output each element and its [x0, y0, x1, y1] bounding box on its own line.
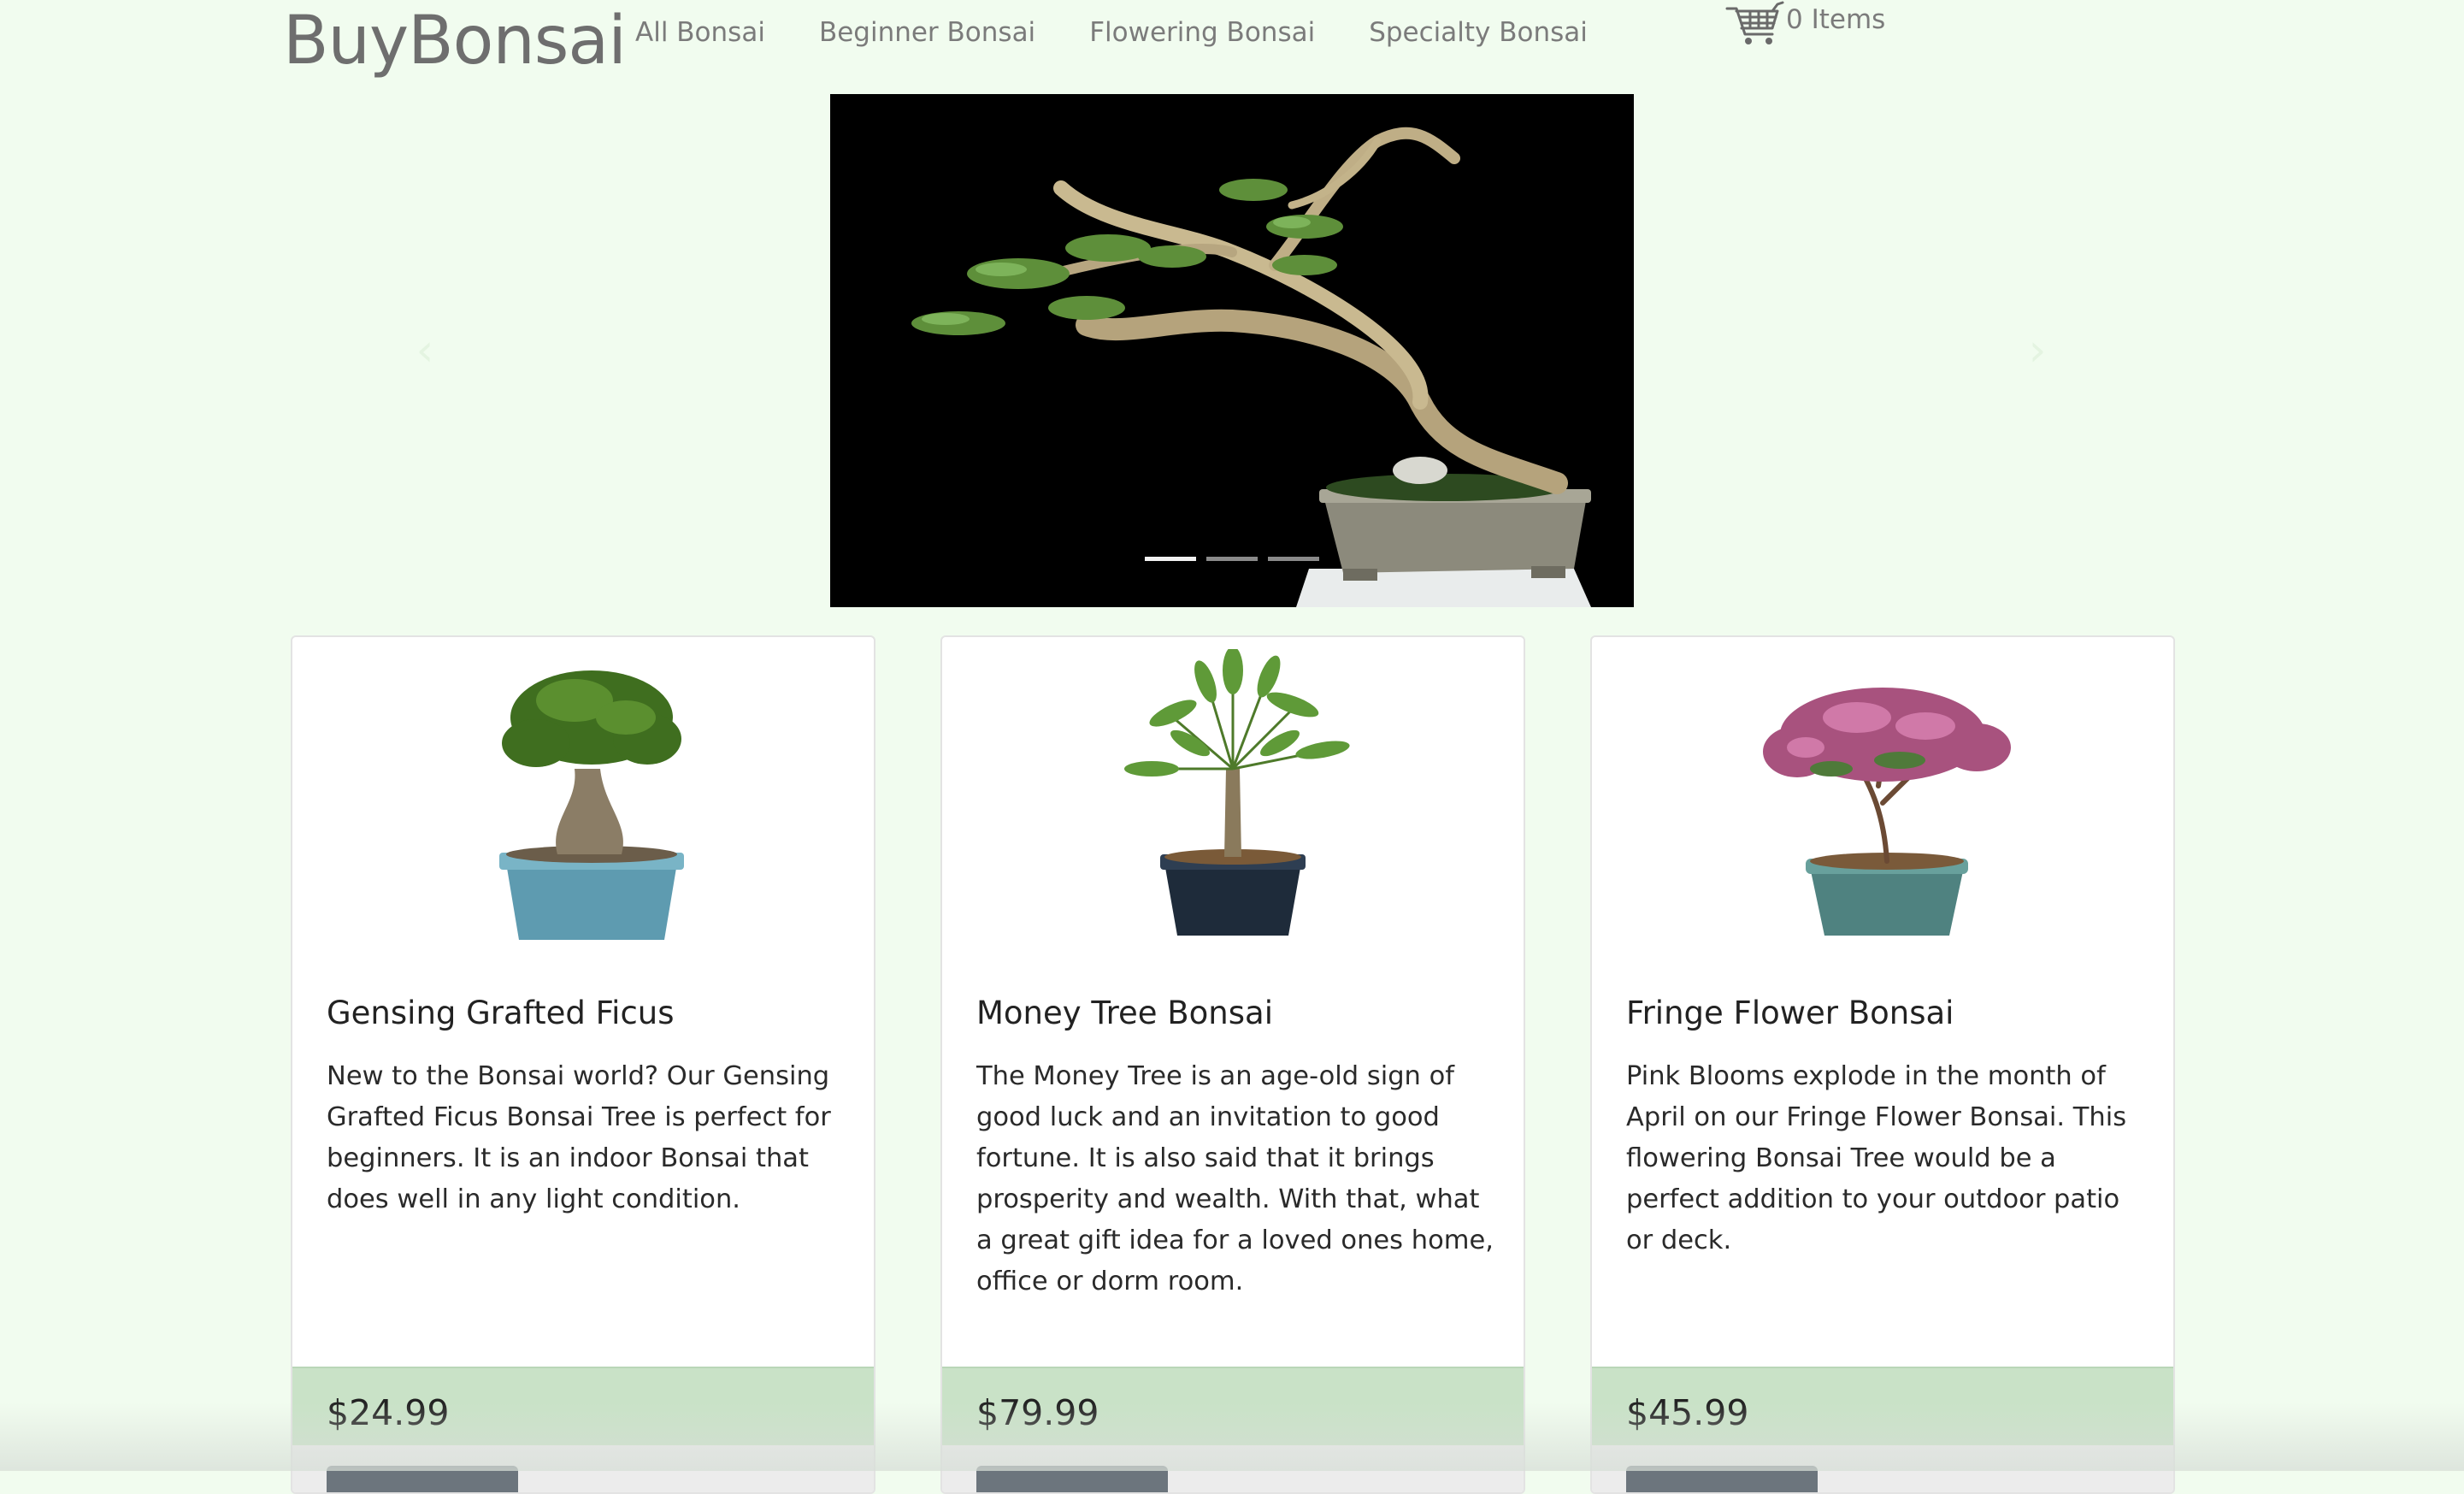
- product-card: Gensing Grafted Ficus New to the Bonsai …: [291, 635, 875, 1494]
- brand-logo[interactable]: BuyBonsai: [283, 2, 627, 80]
- price-bar: $45.99: [1592, 1367, 2173, 1447]
- product-price: $24.99: [327, 1392, 450, 1433]
- shopping-cart-icon: [1725, 1, 1784, 44]
- product-price: $45.99: [1626, 1392, 1749, 1433]
- product-image[interactable]: [1592, 649, 2173, 948]
- money-tree-bonsai-image: [1124, 649, 1350, 936]
- price-bar: $24.99: [292, 1367, 874, 1447]
- product-title[interactable]: Gensing Grafted Ficus: [327, 995, 675, 1031]
- product-description: The Money Tree is an age-old sign of goo…: [976, 1061, 1494, 1296]
- product-card: Fringe Flower Bonsai Pink Blooms explode…: [1590, 635, 2175, 1494]
- product-image[interactable]: [942, 649, 1524, 948]
- price-bar: $79.99: [942, 1367, 1524, 1447]
- product-image[interactable]: [292, 649, 874, 948]
- add-to-cart-button[interactable]: [976, 1466, 1168, 1492]
- cart-item-count: 0 Items: [1786, 4, 1886, 35]
- carousel-indicators: [1145, 557, 1319, 561]
- product-description: Pink Blooms explode in the month of Apri…: [1626, 1061, 2127, 1255]
- carousel-prev-button[interactable]: ‹: [404, 321, 446, 381]
- nav-link-specialty-bonsai[interactable]: Specialty Bonsai: [1369, 12, 1588, 53]
- carousel-indicator-1[interactable]: [1145, 557, 1196, 561]
- product-card: Money Tree Bonsai The Money Tree is an a…: [940, 635, 1525, 1494]
- cart-link[interactable]: 0 Items: [1724, 0, 1885, 48]
- product-title[interactable]: Fringe Flower Bonsai: [1626, 995, 1954, 1031]
- card-footer: [1592, 1445, 2173, 1492]
- product-title[interactable]: Money Tree Bonsai: [976, 995, 1273, 1031]
- main-nav: All Bonsai Beginner Bonsai Flowering Bon…: [635, 12, 1642, 53]
- carousel-indicator-2[interactable]: [1206, 557, 1258, 561]
- chevron-right-icon: ›: [2028, 325, 2047, 376]
- product-price: $79.99: [976, 1392, 1099, 1433]
- product-description: New to the Bonsai world? Our Gensing Gra…: [327, 1061, 831, 1214]
- nav-link-flowering-bonsai[interactable]: Flowering Bonsai: [1089, 12, 1315, 53]
- carousel-indicator-3[interactable]: [1268, 557, 1319, 561]
- nav-link-beginner-bonsai[interactable]: Beginner Bonsai: [819, 12, 1035, 53]
- carousel-next-button[interactable]: ›: [2016, 321, 2059, 381]
- carousel-slide-image: [830, 94, 1634, 607]
- nav-link-all-bonsai[interactable]: All Bonsai: [635, 12, 765, 53]
- card-footer: [292, 1445, 874, 1492]
- ficus-bonsai-image: [499, 670, 684, 940]
- chevron-left-icon: ‹: [416, 325, 434, 376]
- card-footer: [942, 1445, 1524, 1492]
- add-to-cart-button[interactable]: [327, 1466, 518, 1492]
- add-to-cart-button[interactable]: [1626, 1466, 1818, 1492]
- hero-carousel: [830, 94, 1634, 607]
- fringe-flower-bonsai-image: [1763, 688, 2011, 936]
